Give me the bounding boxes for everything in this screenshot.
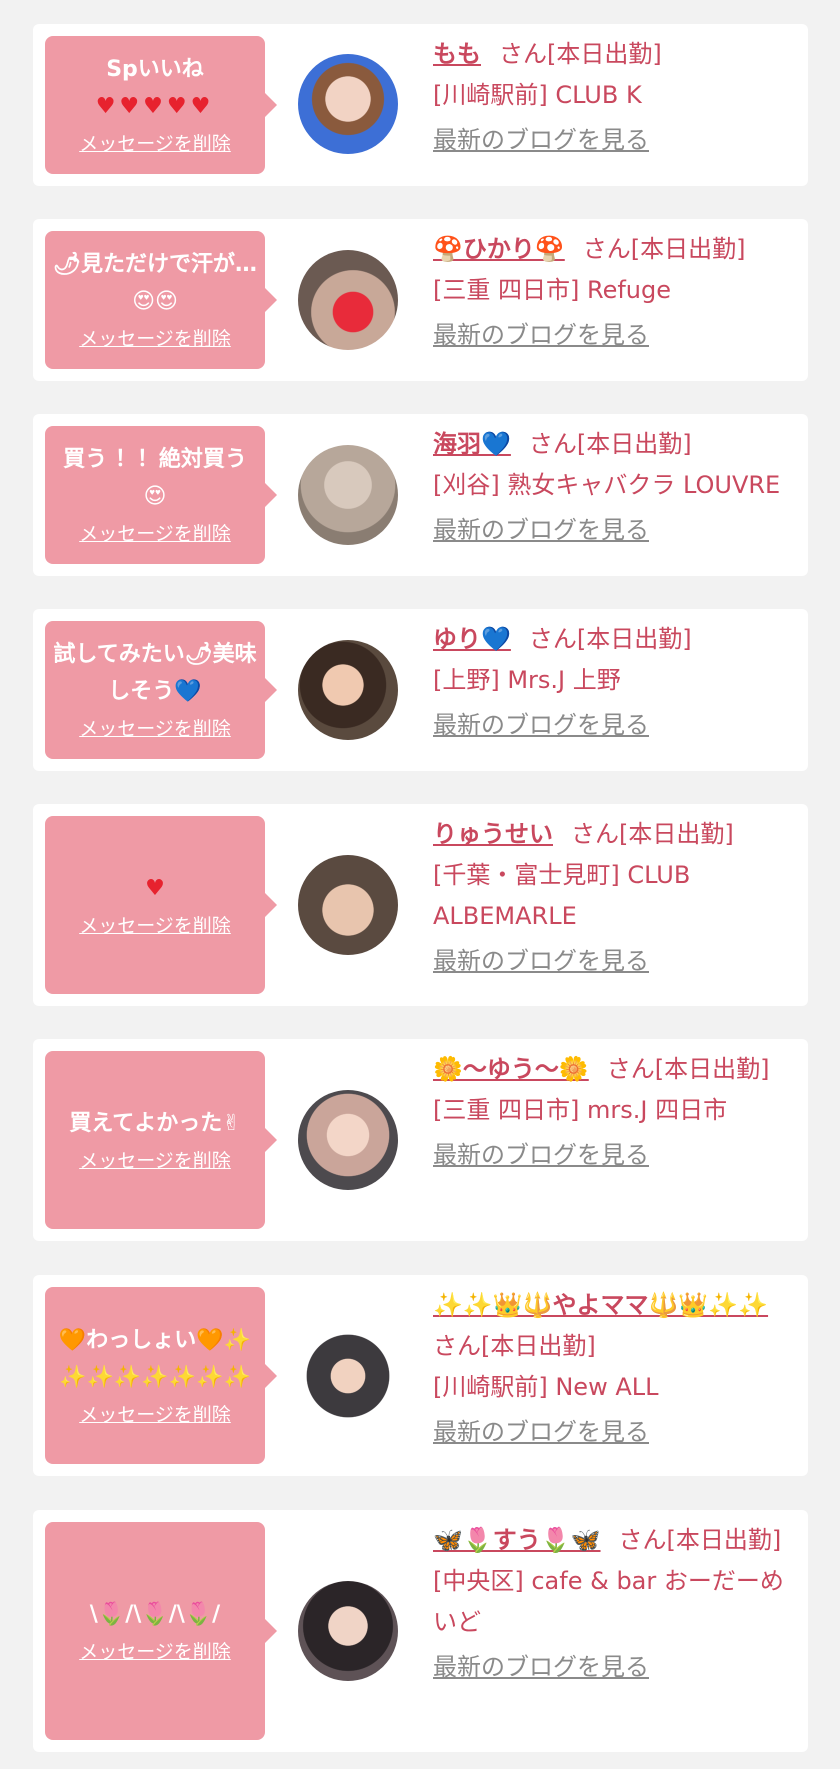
avatar[interactable] [298, 445, 398, 545]
cast-name-link[interactable]: ✨✨👑🔱やよママ🔱👑✨✨ [433, 1291, 768, 1319]
card: 試してみたい🌶美味しそう💙 メッセージを削除 ゆり💙 さん[本日出勤] [上野] … [33, 609, 808, 771]
blog-link[interactable]: 最新のブログを見る [433, 315, 649, 356]
card: 買えてよかった✌ メッセージを削除 🌼〜ゆう〜🌼 さん[本日出勤] [三重 四日市… [33, 1039, 808, 1241]
message-text: ♥ [145, 875, 165, 901]
cast-info: ゆり💙 さん[本日出勤] [上野] Mrs.J 上野 最新のブログを見る [433, 619, 803, 746]
message-bubble: 試してみたい🌶美味しそう💙 メッセージを削除 [45, 621, 277, 759]
shop-name: [上野] Mrs.J 上野 [433, 666, 621, 694]
message-text: 買えてよかった✌ [69, 1110, 241, 1136]
blog-link[interactable]: 最新のブログを見る [433, 705, 649, 746]
avatar[interactable] [298, 1581, 398, 1681]
status-label: さん[本日出勤] [571, 820, 734, 848]
cast-name-link[interactable]: りゅうせい [433, 820, 553, 848]
message-bubble: 買う ！！絶対買う😍 メッセージを削除 [45, 426, 277, 564]
message-bubble: 🌶見ただけで汗が…😍😍 メッセージを削除 [45, 231, 277, 369]
status-label: さん[本日出勤] [618, 1526, 782, 1554]
delete-message-link[interactable]: メッセージを削除 [79, 1400, 231, 1430]
card: Spいいね ♥♥♥♥♥ メッセージを削除 もも さん[本日出勤] [川崎駅前] C… [33, 24, 808, 186]
delete-message-link[interactable]: メッセージを削除 [79, 519, 231, 549]
shop-name: [千葉・富士見町] CLUB ALBEMARLE [433, 861, 691, 930]
delete-message-link[interactable]: メッセージを削除 [79, 324, 231, 354]
shop-name: [三重 四日市] Refuge [433, 276, 672, 304]
status-label: さん[本日出勤] [528, 430, 692, 458]
card: ♥ メッセージを削除 りゅうせい さん[本日出勤] [千葉・富士見町] CLUB … [33, 804, 808, 1006]
cast-name-link[interactable]: 🌼〜ゆう〜🌼 [433, 1055, 589, 1083]
avatar[interactable] [298, 640, 398, 740]
avatar[interactable] [298, 1090, 398, 1190]
card: 🌶見ただけで汗が…😍😍 メッセージを削除 🍄ひかり🍄 さん[本日出勤] [三重 四… [33, 219, 808, 381]
message-bubble: Spいいね ♥♥♥♥♥ メッセージを削除 [45, 36, 277, 174]
avatar[interactable] [298, 1326, 398, 1426]
message-text: 試してみたい🌶美味しそう💙 [53, 642, 257, 704]
avatar[interactable] [298, 54, 398, 154]
delete-message-link[interactable]: メッセージを削除 [79, 1146, 231, 1176]
cast-name-link[interactable]: 🦋🌷すう🌷🦋 [433, 1526, 601, 1554]
delete-message-link[interactable]: メッセージを削除 [79, 714, 231, 744]
message-text: Spいいね [106, 57, 204, 82]
message-text: \🌷/\🌷/\🌷/ [89, 1601, 221, 1627]
status-label: さん[本日出勤] [528, 625, 692, 653]
hearts-text: ♥♥♥♥♥ [95, 94, 215, 119]
status-label: さん[本日出勤] [433, 1332, 596, 1360]
card: 🧡わっしょい🧡✨✨✨✨✨✨✨✨ メッセージを削除 ✨✨👑🔱やよママ🔱👑✨✨ さん[… [33, 1275, 808, 1476]
cast-name-link[interactable]: ゆり💙 [433, 625, 511, 653]
status-label: さん[本日出勤] [582, 235, 746, 263]
blog-link[interactable]: 最新のブログを見る [433, 1647, 649, 1688]
blog-link[interactable]: 最新のブログを見る [433, 1135, 649, 1176]
message-bubble: \🌷/\🌷/\🌷/ メッセージを削除 [45, 1522, 277, 1740]
delete-message-link[interactable]: メッセージを削除 [79, 911, 231, 941]
cast-info: りゅうせい さん[本日出勤] [千葉・富士見町] CLUB ALBEMARLE 最… [433, 814, 803, 982]
cast-info: 🍄ひかり🍄 さん[本日出勤] [三重 四日市] Refuge 最新のブログを見る [433, 229, 803, 356]
cast-name-link[interactable]: 海羽💙 [433, 430, 511, 458]
cast-info: 🌼〜ゆう〜🌼 さん[本日出勤] [三重 四日市] mrs.J 四日市 最新のブログ… [433, 1049, 803, 1176]
shop-name: [川崎駅前] New ALL [433, 1373, 659, 1401]
blog-link[interactable]: 最新のブログを見る [433, 1412, 649, 1453]
delete-message-link[interactable]: メッセージを削除 [79, 129, 231, 159]
status-label: さん[本日出勤] [606, 1055, 770, 1083]
shop-name: [川崎駅前] CLUB K [433, 81, 642, 109]
message-bubble: ♥ メッセージを削除 [45, 816, 277, 994]
shop-name: [三重 四日市] mrs.J 四日市 [433, 1096, 728, 1124]
message-bubble: 買えてよかった✌ メッセージを削除 [45, 1051, 277, 1229]
cast-info: もも さん[本日出勤] [川崎駅前] CLUB K 最新のブログを見る [433, 34, 803, 161]
message-text: 🌶見ただけで汗が…😍😍 [53, 252, 257, 314]
message-text: 買う ！！絶対買う😍 [63, 447, 247, 509]
blog-link[interactable]: 最新のブログを見る [433, 510, 649, 551]
avatar[interactable] [298, 250, 398, 350]
card: 買う ！！絶対買う😍 メッセージを削除 海羽💙 さん[本日出勤] [刈谷] 熟女キ… [33, 414, 808, 576]
avatar[interactable] [298, 855, 398, 955]
message-bubble: 🧡わっしょい🧡✨✨✨✨✨✨✨✨ メッセージを削除 [45, 1287, 277, 1464]
blog-link[interactable]: 最新のブログを見る [433, 120, 649, 161]
card: \🌷/\🌷/\🌷/ メッセージを削除 🦋🌷すう🌷🦋 さん[本日出勤] [中央区] … [33, 1510, 808, 1752]
shop-name: [中央区] cafe & bar おーだーめいど [433, 1567, 784, 1636]
cast-name-link[interactable]: もも [433, 40, 481, 68]
message-text: 🧡わっしょい🧡✨✨✨✨✨✨✨✨ [58, 1327, 252, 1390]
shop-name: [刈谷] 熟女キャバクラ LOUVRE [433, 471, 781, 499]
cast-info: ✨✨👑🔱やよママ🔱👑✨✨ さん[本日出勤] [川崎駅前] New ALL 最新のブ… [433, 1285, 803, 1453]
cast-name-link[interactable]: 🍄ひかり🍄 [433, 235, 565, 263]
delete-message-link[interactable]: メッセージを削除 [79, 1637, 231, 1667]
blog-link[interactable]: 最新のブログを見る [433, 941, 649, 982]
cast-info: 海羽💙 さん[本日出勤] [刈谷] 熟女キャバクラ LOUVRE 最新のブログを見… [433, 424, 803, 551]
status-label: さん[本日出勤] [499, 40, 662, 68]
cast-info: 🦋🌷すう🌷🦋 さん[本日出勤] [中央区] cafe & bar おーだーめいど … [433, 1520, 803, 1688]
